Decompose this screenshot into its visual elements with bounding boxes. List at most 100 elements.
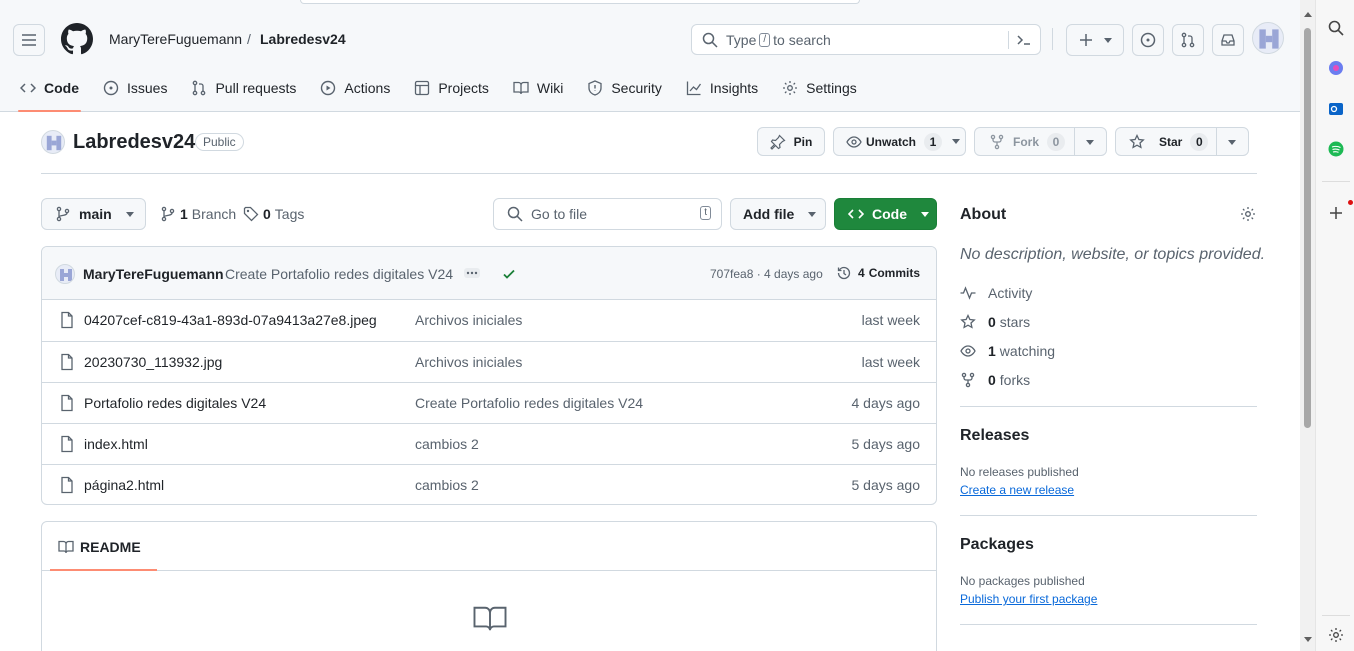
search-divider (1008, 31, 1009, 49)
history-icon (837, 266, 851, 280)
file-commit-message[interactable]: cambios 2 (415, 436, 479, 452)
tab-projects[interactable]: Projects (406, 66, 497, 110)
go-to-file-input[interactable]: Go to file t (493, 198, 722, 230)
scroll-down-icon[interactable] (1304, 637, 1312, 642)
forks-label: forks (999, 372, 1031, 388)
watching-link[interactable]: 1 watching (960, 343, 1055, 359)
stars-count: 0 (988, 314, 996, 330)
tags-link[interactable]: 0 Tags (243, 206, 304, 222)
file-row[interactable]: index.html cambios 2 5 days ago (42, 423, 936, 464)
file-row[interactable]: Portafolio redes digitales V24 Create Por… (42, 382, 936, 423)
create-new-button[interactable] (1066, 24, 1124, 56)
user-avatar[interactable] (1252, 22, 1284, 54)
hamburger-icon (22, 34, 36, 46)
file-row[interactable]: página2.html cambios 2 5 days ago (42, 464, 936, 504)
issue-icon (1140, 32, 1156, 48)
create-release-link[interactable]: Create a new release (960, 483, 1074, 497)
breadcrumb-repo[interactable]: Labredesv24 (260, 31, 346, 47)
about-description: No description, website, or topics provi… (960, 246, 1266, 263)
gear-icon (783, 81, 798, 95)
tab-issues[interactable]: Issues (95, 66, 175, 110)
pull-requests-button[interactable] (1172, 24, 1204, 56)
command-palette-icon[interactable] (1016, 32, 1032, 48)
tab-insights[interactable]: Insights (678, 66, 766, 110)
spotify-icon[interactable] (1328, 141, 1344, 157)
menu-button[interactable] (13, 24, 45, 56)
file-row[interactable]: 20230730_113932.jpg Archivos iniciales las… (42, 341, 936, 382)
inbox-button[interactable] (1212, 24, 1244, 56)
breadcrumb-owner[interactable]: MaryTereFuguemann (109, 31, 242, 47)
file-name[interactable]: 20230730_113932.jpg (84, 354, 222, 370)
plus-icon[interactable] (1328, 205, 1344, 221)
tab-settings[interactable]: Settings (774, 66, 865, 110)
activity-label: Activity (988, 285, 1033, 301)
file-commit-message[interactable]: cambios 2 (415, 477, 479, 493)
file-name[interactable]: página2.html (84, 477, 164, 493)
plus-icon (1080, 34, 1092, 46)
tab-security[interactable]: Security (579, 66, 670, 110)
gear-icon[interactable] (1240, 206, 1256, 222)
rail-divider (1322, 615, 1350, 616)
file-row[interactable]: 04207cef-c819-43a1-893d-07a9413a27e8.jpe… (42, 300, 936, 341)
tab-code[interactable]: Code (12, 66, 87, 112)
gear-icon[interactable] (1328, 627, 1344, 643)
branches-link[interactable]: 1 Branch (160, 206, 236, 222)
book-icon (513, 81, 529, 95)
page-scrollbar[interactable] (1300, 0, 1315, 651)
packages-empty-text: No packages published (960, 574, 1085, 588)
commit-author-avatar[interactable] (55, 264, 75, 284)
file-commit-message[interactable]: Archivos iniciales (415, 312, 522, 328)
star-button[interactable]: Star 0 (1115, 127, 1249, 156)
commit-sha-time[interactable]: 707fea8 · 4 days ago (710, 267, 823, 281)
file-name[interactable]: 04207cef-c819-43a1-893d-07a9413a27e8.jpe… (84, 312, 377, 328)
file-rows: 04207cef-c819-43a1-893d-07a9413a27e8.jpe… (42, 300, 936, 504)
add-file-button[interactable]: Add file (730, 198, 826, 230)
unwatch-label: Unwatch (866, 134, 917, 149)
activity-link[interactable]: Activity (960, 285, 1032, 301)
browser-side-rail (1315, 0, 1354, 651)
chevron-down-icon[interactable] (952, 139, 961, 144)
repo-title[interactable]: Labredesv24 (73, 131, 195, 154)
fork-count: 0 (1047, 132, 1066, 151)
tab-wiki[interactable]: Wiki (505, 66, 571, 110)
branch-select-button[interactable]: main (41, 198, 146, 230)
packages-title[interactable]: Packages (960, 536, 1034, 554)
stars-link[interactable]: 0 stars (960, 314, 1030, 330)
issues-button[interactable] (1132, 24, 1164, 56)
outlook-icon[interactable] (1328, 101, 1344, 117)
tab-actions[interactable]: Actions (312, 66, 398, 110)
fork-button[interactable]: Fork 0 (974, 127, 1107, 156)
pin-button[interactable]: Pin (757, 127, 825, 156)
commit-author[interactable]: MaryTereFuguemann (83, 266, 224, 282)
global-search-input[interactable]: Type / to search (691, 24, 1041, 55)
forks-link[interactable]: 0 forks (960, 372, 1030, 388)
ellipsis-icon[interactable] (464, 268, 480, 278)
file-commit-message[interactable]: Create Portafolio redes digitales V24 (415, 395, 643, 411)
fork-split-divider (1074, 128, 1075, 155)
scrollbar-thumb[interactable] (1304, 28, 1311, 428)
code-download-button[interactable]: Code (834, 198, 937, 230)
copilot-icon[interactable] (1328, 60, 1344, 76)
unwatch-button[interactable]: Unwatch 1 (833, 127, 966, 156)
file-commit-message[interactable]: Archivos iniciales (415, 354, 522, 370)
commits-link[interactable]: 4 Commits (836, 265, 920, 281)
file-name[interactable]: index.html (84, 436, 148, 452)
file-name[interactable]: Portafolio redes digitales V24 (84, 395, 266, 411)
about-title: About (960, 206, 1007, 223)
scroll-up-icon[interactable] (1304, 12, 1312, 17)
chevron-down-icon[interactable] (1086, 140, 1094, 145)
github-logo-icon[interactable] (61, 23, 93, 55)
commit-message[interactable]: Create Portafolio redes digitales V24 (225, 266, 453, 282)
releases-title[interactable]: Releases (960, 427, 1029, 445)
tab-pull-requests[interactable]: Pull requests (183, 66, 304, 110)
tab-label: Pull requests (215, 80, 297, 96)
chevron-down-icon[interactable] (1228, 140, 1236, 145)
header-divider (1052, 28, 1053, 50)
inbox-icon (1221, 34, 1235, 46)
check-icon[interactable] (501, 266, 517, 282)
tab-label: Issues (127, 80, 168, 96)
search-icon[interactable] (1328, 20, 1344, 36)
file-icon (61, 353, 73, 371)
readme-tab[interactable]: README (50, 522, 157, 571)
publish-package-link[interactable]: Publish your first package (960, 592, 1097, 606)
